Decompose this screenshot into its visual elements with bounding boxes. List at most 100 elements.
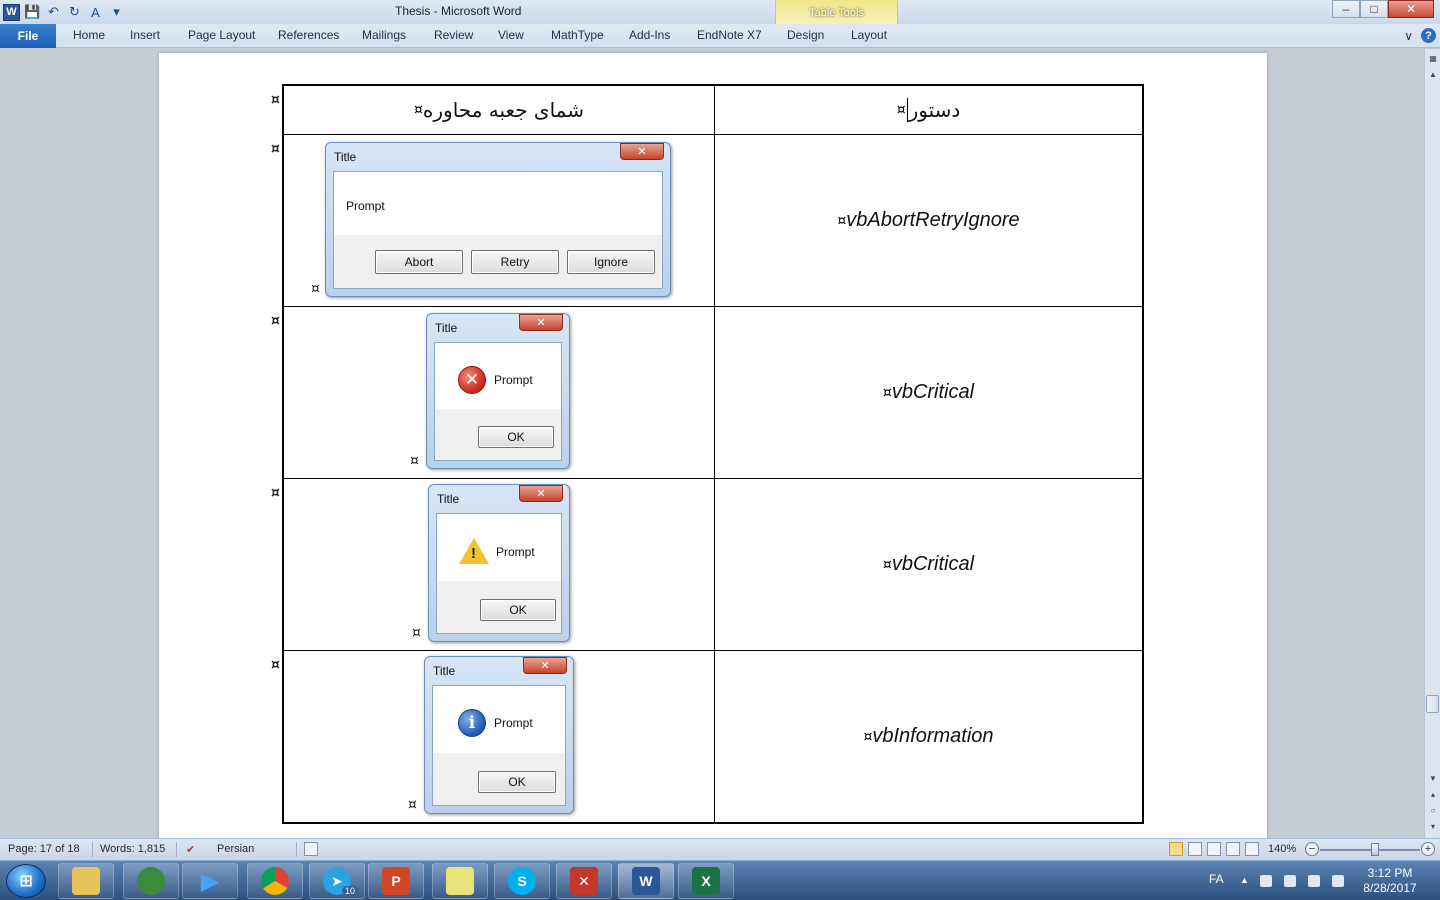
header-left-cell[interactable]: ¤ شمای جعبه محاوره (284, 86, 714, 134)
page-indicator[interactable]: Page: 17 of 18 (8, 843, 80, 855)
msgbox-information[interactable]: Title ✕ i Prompt OK (424, 656, 574, 814)
cell-mark: ¤ (882, 384, 892, 401)
tab-endnote[interactable]: EndNote X7 (697, 28, 762, 42)
outline-view-icon[interactable] (1226, 842, 1240, 856)
customize-qat-icon[interactable]: ▾ (108, 4, 125, 21)
ignore-button[interactable]: Ignore (567, 250, 655, 274)
dialog-close-icon[interactable]: ✕ (523, 657, 567, 674)
redo-icon[interactable]: ↻ (66, 4, 83, 21)
maximize-button[interactable]: □ (1360, 0, 1388, 18)
command-cell[interactable]: ¤ vbAbortRetryIgnore (715, 135, 1142, 306)
help-icon[interactable]: ? (1421, 28, 1436, 43)
tab-view[interactable]: View (498, 28, 524, 42)
excel-app[interactable]: X (678, 863, 734, 899)
clock-time: 3:12 PM (1367, 866, 1413, 880)
zoom-slider-thumb[interactable] (1371, 843, 1379, 856)
zoom-out-button[interactable]: − (1305, 842, 1319, 856)
tab-design[interactable]: Design (787, 28, 824, 42)
command-cell[interactable]: ¤ vbInformation (715, 651, 1142, 822)
close-button[interactable]: ✕ (1388, 0, 1434, 18)
download-manager-app[interactable] (123, 863, 179, 899)
previous-page-icon[interactable]: ▴ (1425, 787, 1440, 801)
cell-mark: ¤ (412, 625, 421, 641)
msgbox-critical[interactable]: Title ✕ ✕ Prompt OK (426, 313, 570, 469)
save-icon[interactable]: 💾 (24, 4, 41, 21)
scroll-down-icon[interactable]: ▼ (1425, 771, 1440, 785)
table-row: ¤ Title ✕ ✕ Prompt OK ¤ ¤ vbCritical (271, 307, 1142, 479)
system-clock[interactable]: 3:12 PM 8/28/2017 (1350, 866, 1430, 896)
msgbox-table[interactable]: ¤ ¤ شمای جعبه محاوره ¤ دستور ¤ Title ✕ P… (271, 84, 1144, 824)
tab-insert[interactable]: Insert (130, 28, 160, 42)
input-language[interactable]: FA (1209, 872, 1224, 886)
retry-button[interactable]: Retry (471, 250, 559, 274)
tab-home[interactable]: Home (73, 28, 105, 42)
cell-mark: ¤ (408, 797, 417, 813)
vertical-scrollbar[interactable]: ▦ ▲ ▼ ▴ ○ ▾ (1424, 49, 1440, 838)
command-cell[interactable]: ¤ vbCritical (715, 307, 1142, 478)
msgbox-warning[interactable]: Title ✕ ! Prompt OK (428, 484, 570, 642)
dialog-close-icon[interactable]: ✕ (620, 143, 664, 160)
minimize-ribbon-icon[interactable]: ∨ (1404, 29, 1413, 43)
pdf-icon: ✕ (570, 867, 598, 895)
msgbox-abort-retry-ignore[interactable]: Title ✕ Prompt Abort Retry Ignore (325, 142, 671, 297)
media-player-app[interactable]: ▶ (182, 863, 238, 899)
language-indicator[interactable]: Persian (217, 843, 254, 855)
command-cell[interactable]: ¤ vbCritical (715, 479, 1142, 650)
select-browse-object-icon[interactable]: ○ (1425, 803, 1440, 817)
cell-mark: ¤ (896, 102, 906, 118)
scroll-thumb[interactable] (1426, 695, 1439, 713)
ruler-toggle-icon[interactable]: ▦ (1425, 51, 1440, 65)
tab-add-ins[interactable]: Add-Ins (629, 28, 670, 42)
print-layout-view-icon[interactable] (1169, 842, 1183, 856)
powerpoint-app[interactable]: P (368, 863, 424, 899)
ok-button[interactable]: OK (478, 426, 554, 448)
ok-button[interactable]: OK (480, 599, 556, 621)
tab-layout[interactable]: Layout (851, 28, 887, 42)
scroll-up-icon[interactable]: ▲ (1425, 67, 1440, 81)
tab-file[interactable]: File (0, 24, 56, 48)
word-app-icon[interactable]: W (3, 3, 20, 21)
chrome-app[interactable] (247, 863, 303, 899)
power-icon[interactable] (1308, 875, 1320, 887)
taskbar: ⊞ ▶ ➤ 10 P S ✕ W X FA ▲ 3:12 PM 8/28/201… (0, 860, 1440, 900)
warning-icon: ! (459, 536, 489, 566)
show-hidden-icons-icon[interactable]: ▲ (1240, 875, 1249, 887)
pdf-app[interactable]: ✕ (556, 863, 612, 899)
web-layout-icon[interactable] (1207, 842, 1221, 856)
action-center-icon[interactable] (1260, 875, 1272, 887)
start-button[interactable]: ⊞ (6, 864, 46, 898)
skype-icon: S (508, 867, 536, 895)
file-explorer-app[interactable] (58, 863, 114, 899)
tab-page-layout[interactable]: Page Layout (188, 28, 255, 42)
tab-mailings[interactable]: Mailings (362, 28, 406, 42)
zoom-in-button[interactable]: + (1421, 842, 1435, 856)
next-page-icon[interactable]: ▾ (1425, 819, 1440, 833)
dialog-close-icon[interactable]: ✕ (519, 314, 563, 331)
macro-record-icon[interactable] (304, 842, 318, 856)
proofing-icon[interactable]: ✔ (186, 843, 195, 856)
sticky-notes-app[interactable] (432, 863, 488, 899)
dialog-body: i Prompt OK (432, 685, 566, 806)
word-app[interactable]: W (618, 863, 674, 899)
network-icon[interactable] (1284, 875, 1296, 887)
dialog-close-icon[interactable]: ✕ (519, 485, 563, 502)
dialog-title: Title (334, 150, 357, 164)
undo-icon[interactable]: ↶ (45, 4, 62, 21)
tab-mathtype[interactable]: MathType (551, 28, 604, 42)
word-count[interactable]: Words: 1,815 (100, 843, 165, 855)
zoom-level[interactable]: 140% (1268, 843, 1296, 855)
tab-references[interactable]: References (278, 28, 339, 42)
header-right-cell[interactable]: ¤ دستور (715, 86, 1142, 134)
draft-view-icon[interactable] (1245, 842, 1259, 856)
ok-button[interactable]: OK (478, 771, 556, 793)
dialog-title: Title (437, 492, 460, 506)
zoom-slider-track[interactable] (1320, 849, 1420, 851)
full-screen-reading-icon[interactable] (1188, 842, 1202, 856)
abort-button[interactable]: Abort (375, 250, 463, 274)
format-painter-icon[interactable]: A (87, 4, 104, 21)
skype-app[interactable]: S (494, 863, 550, 899)
volume-icon[interactable] (1332, 875, 1344, 887)
tab-review[interactable]: Review (434, 28, 473, 42)
minimize-button[interactable]: – (1332, 0, 1360, 18)
telegram-app[interactable]: ➤ 10 (309, 863, 365, 899)
